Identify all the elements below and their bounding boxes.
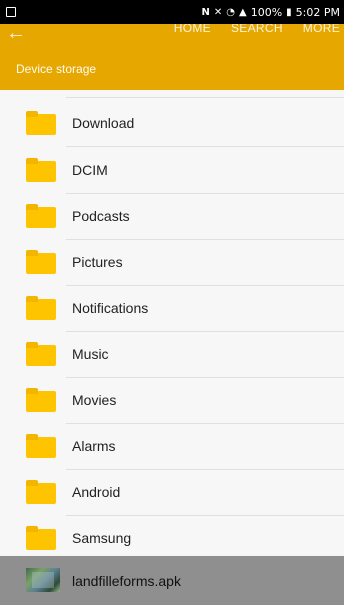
vibrate-icon: ✕ <box>213 6 223 18</box>
wifi-icon: ◔ <box>226 6 235 18</box>
folder-row-samsung[interactable]: Samsung <box>0 515 344 555</box>
folder-name: Alarms <box>72 438 116 454</box>
folder-row-android[interactable]: Android <box>0 469 344 515</box>
folder-row-notifications[interactable]: Notifications <box>0 285 344 331</box>
back-arrow-icon[interactable]: ← <box>6 22 26 45</box>
app-bar: ← HOME SEARCH MORE Device storage <box>0 22 344 90</box>
folder-name: DCIM <box>72 162 108 178</box>
file-row-apk[interactable]: landfilleforms.apk <box>0 556 344 605</box>
folder-icon <box>26 296 56 320</box>
folder-row-download[interactable]: Download <box>0 100 344 146</box>
folder-row-dcim[interactable]: DCIM <box>0 147 344 193</box>
folder-name: Music <box>72 346 109 362</box>
search-button[interactable]: SEARCH <box>231 24 283 36</box>
folder-icon <box>26 480 56 504</box>
status-time: 5:02 PM <box>295 5 340 19</box>
folder-name: Notifications <box>72 300 149 316</box>
folder-row-pictures[interactable]: Pictures <box>0 239 344 285</box>
folder-icon <box>26 204 56 228</box>
file-thumbnail <box>26 568 60 592</box>
folder-name: Movies <box>72 392 117 408</box>
breadcrumb[interactable]: Device storage <box>16 62 96 76</box>
action-bar: HOME SEARCH MORE <box>174 24 340 36</box>
folder-icon <box>26 111 56 135</box>
folder-row-podcasts[interactable]: Podcasts <box>0 193 344 239</box>
folder-name: Android <box>72 484 121 500</box>
folder-icon <box>26 342 56 366</box>
folder-name: Download <box>72 115 135 131</box>
signal-icon: ▲ <box>239 6 247 18</box>
nfc-icon: N <box>201 6 210 18</box>
battery-icon: ▮ <box>286 6 292 18</box>
folder-list: Download DCIM Podcasts Pictures Notifica… <box>0 90 344 555</box>
folder-row-movies[interactable]: Movies <box>0 377 344 423</box>
folder-icon <box>26 158 56 182</box>
screenshot-icon <box>6 7 16 17</box>
folder-name: Podcasts <box>72 208 130 224</box>
status-icons: N ✕ ◔ ▲ 100% ▮ 5:02 PM <box>202 6 341 19</box>
more-button[interactable]: MORE <box>303 24 340 36</box>
folder-icon <box>26 250 56 274</box>
folder-name: Pictures <box>72 254 123 270</box>
folder-icon <box>26 388 56 412</box>
list-divider <box>66 97 344 98</box>
folder-row-music[interactable]: Music <box>0 331 344 377</box>
folder-icon <box>26 526 56 550</box>
folder-row-alarms[interactable]: Alarms <box>0 423 344 469</box>
battery-percent: 100% <box>250 5 283 19</box>
folder-icon <box>26 434 56 458</box>
home-button[interactable]: HOME <box>174 24 211 36</box>
file-name: landfilleforms.apk <box>72 572 181 589</box>
folder-name: Samsung <box>72 530 132 546</box>
status-bar: N ✕ ◔ ▲ 100% ▮ 5:02 PM <box>0 0 344 24</box>
